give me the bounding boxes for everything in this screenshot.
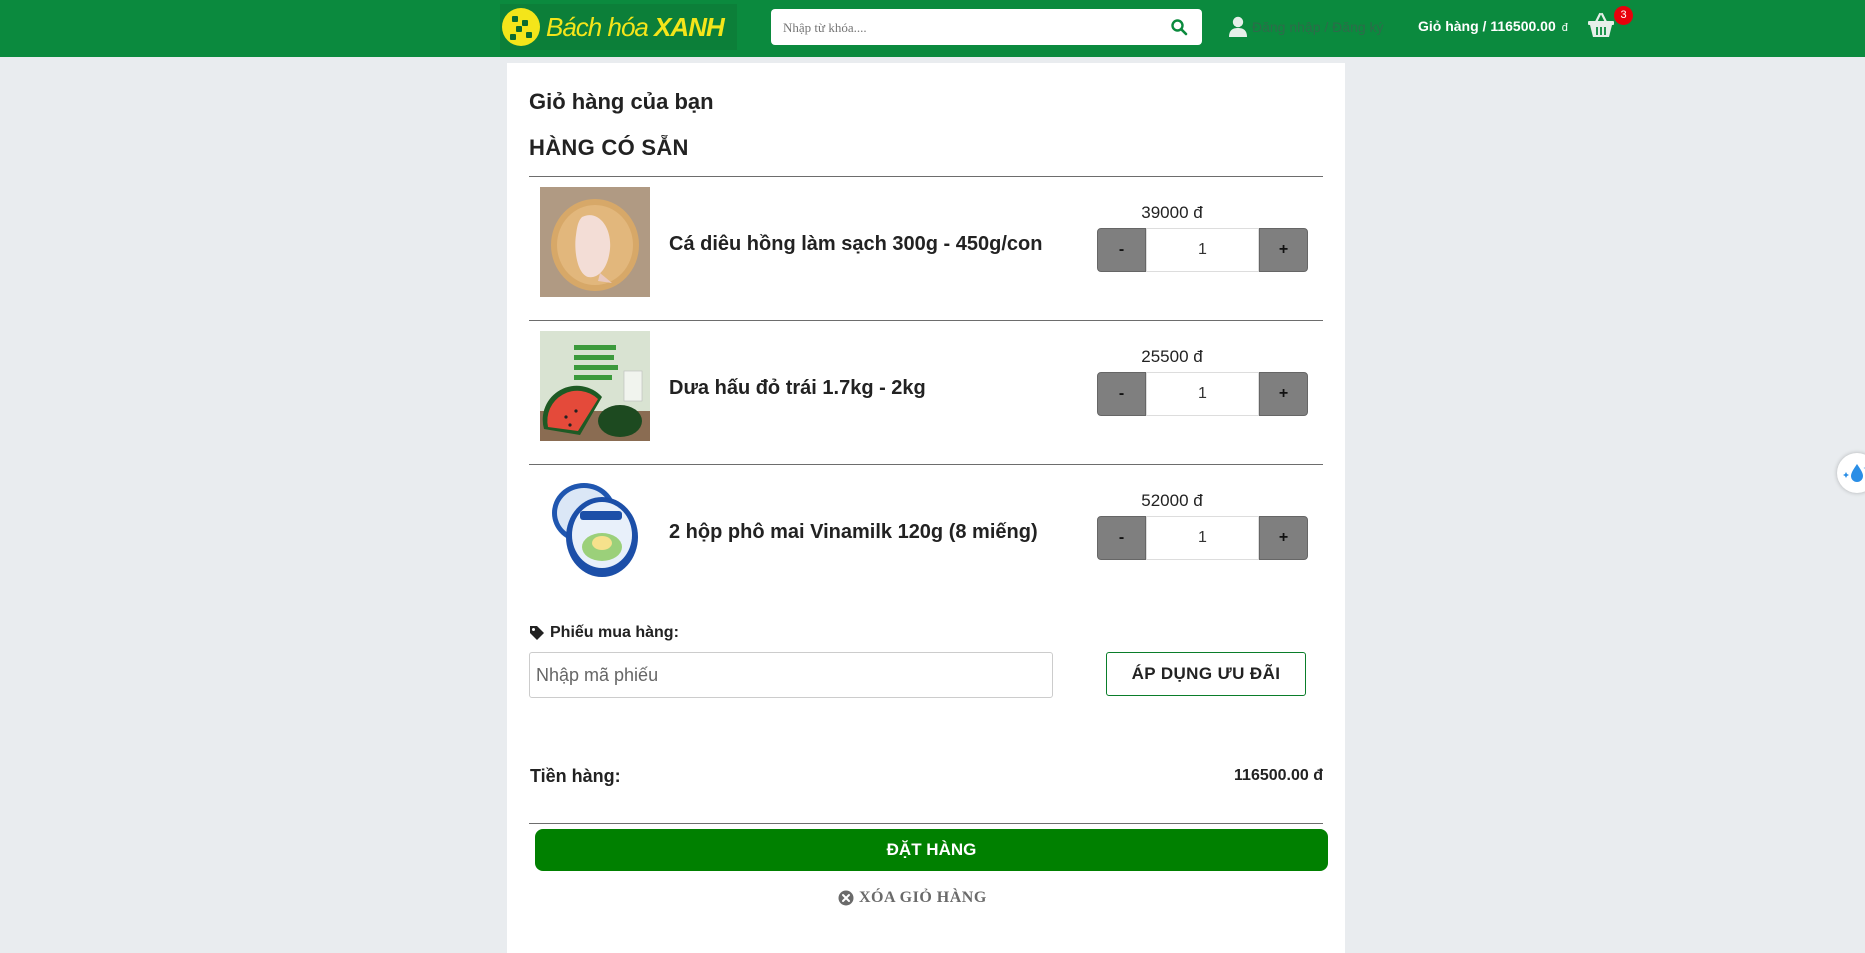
decrease-qty-button[interactable]: - xyxy=(1097,372,1146,416)
section-title: HÀNG CÓ SẴN xyxy=(529,135,689,160)
increase-qty-button[interactable]: + xyxy=(1259,228,1308,272)
product-price: 39000 đ xyxy=(1141,203,1203,222)
login-link[interactable]: Đăng nhập / Đăng ký xyxy=(1228,14,1384,40)
subtotal-value: 116500.00 đ xyxy=(1234,767,1323,784)
quantity-input[interactable]: 1 xyxy=(1146,228,1259,272)
product-price: 25500 đ xyxy=(1141,347,1203,366)
decrease-qty-button[interactable]: - xyxy=(1097,516,1146,560)
coupon-input[interactable] xyxy=(529,652,1053,698)
cart-item: 2 hộp phô mai Vinamilk 120g (8 miếng) 52… xyxy=(529,465,1323,609)
quantity-input[interactable]: 1 xyxy=(1146,516,1259,560)
search-icon[interactable] xyxy=(1170,18,1188,36)
quantity-input[interactable]: 1 xyxy=(1146,372,1259,416)
increase-qty-button[interactable]: + xyxy=(1259,372,1308,416)
cart-title: Giỏ hàng của bạn xyxy=(529,89,714,114)
increase-qty-button[interactable]: + xyxy=(1259,516,1308,560)
product-name[interactable]: Cá diêu hồng làm sạch 300g - 450g/con xyxy=(669,233,1042,256)
cart-item: Cá diêu hồng làm sạch 300g - 450g/con 39… xyxy=(529,177,1323,321)
watermelon-image[interactable] xyxy=(540,331,650,441)
quantity-stepper: - 1 + xyxy=(1097,516,1308,560)
cart-currency: đ xyxy=(1561,22,1568,34)
place-order-button[interactable]: ĐẶT HÀNG xyxy=(535,829,1328,871)
quantity-stepper: - 1 + xyxy=(1097,372,1308,416)
floating-chat-widget[interactable] xyxy=(1837,453,1865,493)
basket-icon[interactable] xyxy=(1587,12,1615,38)
cart-total-label: Giỏ hàng / 116500.00 xyxy=(1418,18,1556,34)
brand-logo[interactable]: Bách hóa XANH xyxy=(500,4,737,50)
quantity-stepper: - 1 + xyxy=(1097,228,1308,272)
user-icon xyxy=(1229,16,1247,37)
product-name[interactable]: 2 hộp phô mai Vinamilk 120g (8 miếng) xyxy=(669,521,1038,544)
cart-panel: Giỏ hàng của bạn HÀNG CÓ SẴN Cá diêu hồn… xyxy=(507,63,1345,953)
coupon-label: Phiếu mua hàng: xyxy=(529,624,679,642)
product-name[interactable]: Dưa hấu đỏ trái 1.7kg - 2kg xyxy=(669,377,926,400)
top-header: Bách hóa XANH Đăng nhập / Đăng ký Giỏ hà… xyxy=(0,0,1865,57)
coupon-label-text: Phiếu mua hàng: xyxy=(550,624,679,641)
search-input[interactable] xyxy=(781,9,1155,47)
apply-coupon-button[interactable]: ÁP DỤNG ƯU ĐÃI xyxy=(1106,652,1306,696)
cart-count-badge: 3 xyxy=(1614,6,1633,25)
fish-image[interactable] xyxy=(540,187,650,297)
water-drop-icon xyxy=(1843,464,1865,482)
subtotal-label: Tiền hàng: xyxy=(530,766,621,786)
tag-icon xyxy=(530,626,544,640)
close-circle-icon xyxy=(838,890,854,906)
logo-icon xyxy=(502,8,540,46)
clear-cart-button[interactable]: XÓA GIỎ HÀNG xyxy=(838,886,987,910)
cart-item: Dưa hấu đỏ trái 1.7kg - 2kg 25500 đ - 1 … xyxy=(529,321,1323,465)
divider xyxy=(529,823,1323,824)
search-box xyxy=(771,9,1202,47)
logo-text: Bách hóa XANH xyxy=(546,11,725,42)
product-price: 52000 đ xyxy=(1141,491,1203,510)
clear-cart-label: XÓA GIỎ HÀNG xyxy=(859,889,987,906)
header-cart-total[interactable]: Giỏ hàng / 116500.00 đ xyxy=(1418,18,1568,34)
decrease-qty-button[interactable]: - xyxy=(1097,228,1146,272)
login-label: Đăng nhập / Đăng ký xyxy=(1252,19,1384,35)
cheese-image[interactable] xyxy=(540,475,650,585)
